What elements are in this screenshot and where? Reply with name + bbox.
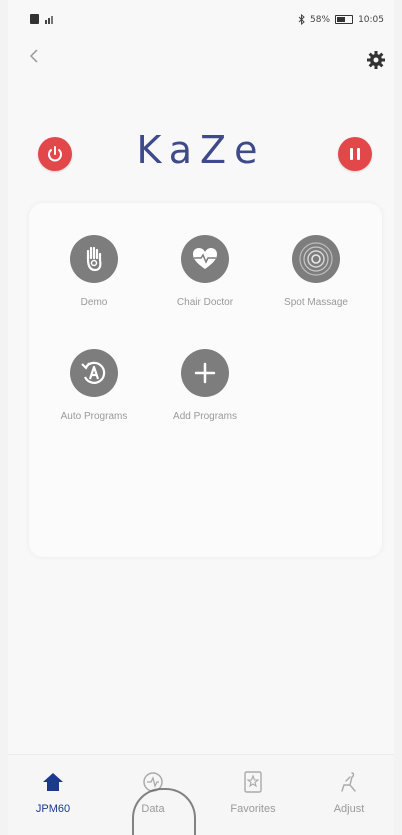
plus-icon — [194, 362, 216, 384]
program-chair-doctor[interactable]: Chair Doctor — [150, 235, 260, 308]
touch-indicator — [132, 788, 196, 835]
nav-jpm60[interactable]: JPM60 — [8, 769, 98, 815]
program-spot-massage[interactable]: Spot Massage — [261, 235, 371, 308]
hand-icon — [86, 246, 102, 272]
battery-percent: 58% — [310, 14, 331, 25]
settings-button[interactable] — [366, 50, 388, 72]
pause-button[interactable] — [338, 137, 372, 171]
program-add-programs[interactable]: Add Programs — [150, 349, 260, 422]
program-demo[interactable]: Demo — [39, 235, 149, 308]
signal-icon — [45, 16, 53, 24]
auto-cycle-icon — [81, 361, 106, 384]
status-bar: 58% 10:05 — [8, 0, 394, 40]
program-auto-programs[interactable]: Auto Programs — [39, 349, 149, 422]
program-label: Demo — [80, 297, 108, 308]
back-button[interactable] — [28, 48, 52, 72]
gear-icon — [367, 51, 385, 69]
heart-pulse-icon — [193, 248, 217, 269]
nav-favorites[interactable]: Favorites — [208, 769, 298, 815]
nav-label: Favorites — [230, 803, 276, 815]
home-icon — [43, 773, 63, 791]
app-screen: 58% 10:05 KaZe Demo Chair Doctor Spot Ma… — [8, 0, 394, 835]
bottom-nav: JPM60 Data Favorites Adjust — [8, 754, 394, 835]
nav-adjust[interactable]: Adjust — [304, 769, 394, 815]
favorites-icon — [244, 771, 262, 793]
program-label: Auto Programs — [60, 411, 128, 422]
program-label: Chair Doctor — [176, 297, 234, 308]
programs-card: Demo Chair Doctor Spot Massage Auto Prog… — [29, 203, 382, 557]
brand-title: KaZe — [136, 128, 266, 172]
nav-label: Adjust — [333, 803, 365, 815]
bluetooth-icon — [298, 14, 305, 25]
pause-icon — [350, 148, 360, 160]
battery-icon — [335, 15, 354, 24]
program-label: Spot Massage — [284, 297, 348, 308]
program-label: Add Programs — [173, 411, 237, 422]
adjust-icon — [341, 772, 356, 792]
clock: 10:05 — [358, 14, 384, 25]
sim-icon — [30, 14, 39, 24]
chevron-left-icon — [29, 49, 38, 63]
target-icon — [299, 242, 333, 276]
nav-label: JPM60 — [35, 803, 71, 815]
